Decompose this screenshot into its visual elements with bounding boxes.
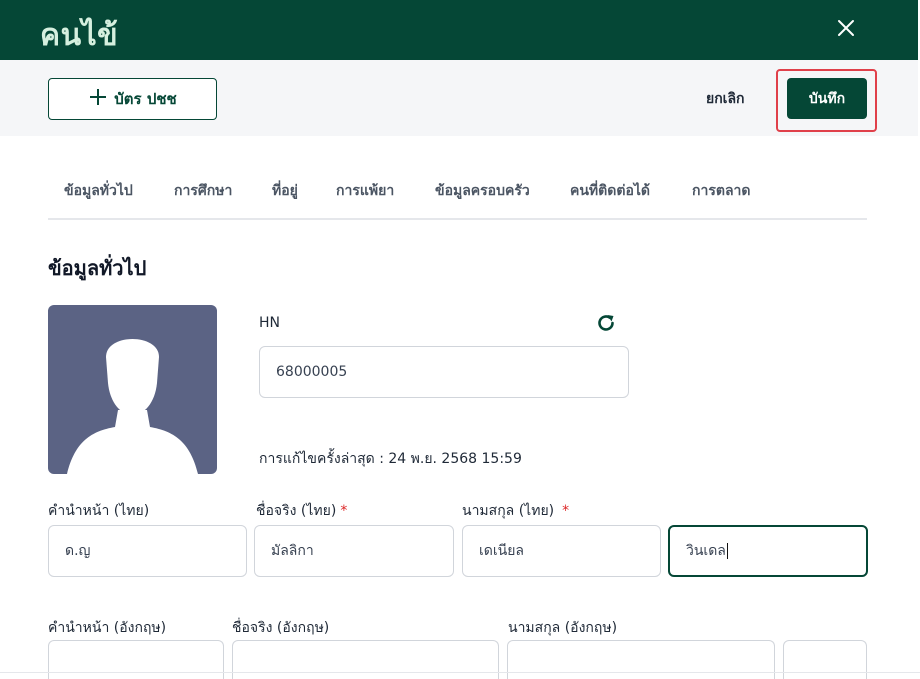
thai-extra-name-field[interactable]: วินเดล — [668, 525, 868, 577]
eng-prefix-field[interactable] — [48, 640, 224, 679]
title-bar: คนไข้ — [0, 0, 918, 60]
eng-first-name-label: ชื่อจริง (อังกฤษ) — [232, 620, 330, 636]
toolbar: บัตร ปชช ยกเลิก บันทึก — [0, 60, 918, 136]
section-title: ข้อมูลทั่วไป — [48, 256, 147, 280]
thai-prefix-field[interactable]: ด.ญ — [48, 525, 247, 577]
eng-last-name-field[interactable] — [507, 640, 775, 679]
eng-prefix-label: คำนำหน้า (อังกฤษ) — [48, 620, 167, 636]
bottom-divider — [0, 672, 920, 673]
tab-address[interactable]: ที่อยู่ — [272, 180, 298, 202]
last-edit-text: การแก้ไขครั้งล่าสุด : 24 พ.ย. 2568 15:59 — [259, 451, 522, 467]
hn-value: 68000005 — [276, 364, 348, 380]
thai-last-name-label: นามสกุล (ไทย) * — [462, 503, 570, 519]
tab-general-info[interactable]: ข้อมูลทั่วไป — [64, 180, 133, 202]
thai-last-name-field[interactable]: เดเนียล — [462, 525, 661, 577]
add-id-card-button[interactable]: บัตร ปชช — [48, 78, 217, 120]
thai-prefix-label: คำนำหน้า (ไทย) — [48, 503, 150, 519]
hn-label: HN — [259, 315, 280, 331]
tab-education[interactable]: การศึกษา — [174, 180, 232, 202]
thai-first-name-field[interactable]: มัลลิกา — [254, 525, 454, 577]
refresh-icon[interactable] — [595, 312, 617, 334]
tab-drug-allergy[interactable]: การแพ้ยา — [336, 180, 394, 202]
hn-input[interactable]: 68000005 — [259, 346, 629, 398]
eng-first-name-field[interactable] — [232, 640, 499, 679]
required-mark: * — [562, 503, 570, 519]
thai-first-name-value: มัลลิกา — [271, 543, 314, 559]
tab-family-info[interactable]: ข้อมูลครอบครัว — [435, 180, 530, 202]
close-icon[interactable] — [832, 14, 860, 42]
thai-first-name-label: ชื่อจริง (ไทย) * — [256, 503, 348, 519]
id-card-button-label: บัตร ปชช — [114, 90, 177, 108]
tab-marketing[interactable]: การตลาด — [692, 180, 750, 202]
save-button[interactable]: บันทึก — [787, 78, 867, 119]
cancel-button[interactable]: ยกเลิก — [706, 84, 745, 114]
text-caret — [726, 543, 728, 559]
person-silhouette-icon[interactable] — [48, 305, 217, 474]
eng-extra-name-field[interactable] — [783, 640, 867, 679]
plus-icon — [88, 87, 108, 111]
eng-last-name-label: นามสกุล (อังกฤษ) — [508, 620, 618, 636]
tab-contacts[interactable]: คนที่ติดต่อได้ — [570, 180, 650, 202]
tab-bar: ข้อมูลทั่วไป การศึกษา ที่อยู่ การแพ้ยา ข… — [48, 162, 867, 220]
thai-prefix-value: ด.ญ — [65, 543, 91, 559]
thai-last-name-value: เดเนียล — [479, 543, 525, 559]
thai-extra-name-value: วินเดล — [686, 543, 726, 559]
page-title: คนไข้ — [40, 18, 119, 53]
required-mark: * — [340, 503, 348, 519]
